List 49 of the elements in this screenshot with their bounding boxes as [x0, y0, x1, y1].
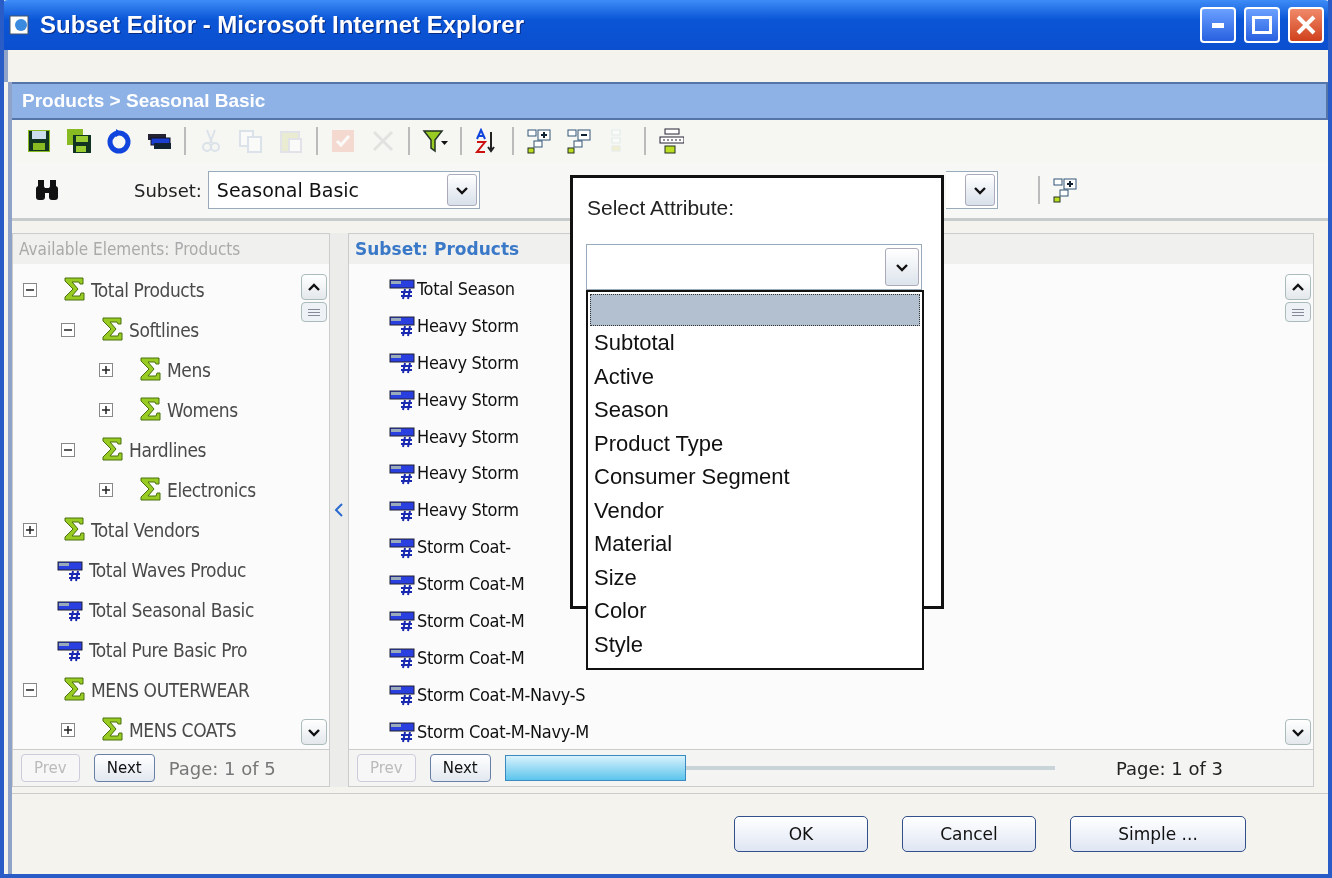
dialog-button[interactable]: Simple ... [1070, 816, 1246, 852]
tree-item-label[interactable]: Softlines [129, 319, 199, 341]
tree-item-label[interactable]: MENS OUTERWEAR [91, 679, 250, 701]
subset-item-label[interactable]: Storm Coat-M [417, 646, 525, 668]
subset-item-label[interactable]: Storm Coat-M [417, 609, 525, 631]
dropdown-option[interactable]: Style [590, 627, 920, 661]
subset-label: Subset: [134, 179, 202, 201]
subset-item-label[interactable]: Heavy Storm [417, 425, 519, 447]
subset-item-label[interactable]: Heavy Storm [417, 351, 519, 373]
tree-item-label[interactable]: Electronics [167, 479, 256, 501]
breadcrumb-bar: Products > Seasonal Basic [12, 82, 1328, 120]
dropdown-option[interactable]: Season [590, 393, 920, 427]
tree-item-label[interactable]: Total Products [91, 279, 205, 301]
dropdown-option[interactable]: Size [590, 560, 920, 594]
subset-item-label[interactable]: Heavy Storm [417, 314, 519, 336]
tree-item-label[interactable]: Hardlines [129, 439, 207, 461]
tree-item-label[interactable]: Total Vendors [91, 519, 200, 541]
subset-item-label[interactable]: Storm Coat- [417, 536, 511, 558]
select-attribute-label: Select Attribute: [587, 196, 735, 220]
subset-item-label[interactable]: Storm Coat-M [417, 573, 525, 595]
next-button[interactable]: Next [429, 754, 491, 782]
dropdown-option[interactable]: Material [590, 527, 920, 561]
next-button[interactable]: Next [93, 754, 155, 782]
dropdown-option[interactable]: Product Type [590, 426, 920, 460]
tree-item-label[interactable]: Womens [167, 399, 238, 421]
dropdown-option[interactable]: Vendor [590, 493, 920, 527]
window-title: Subset Editor - Microsoft Internet Explorer [40, 11, 526, 39]
tree-item-label[interactable]: Total Seasonal Basic [89, 599, 254, 621]
subset-item-label[interactable]: Heavy Storm [417, 388, 519, 410]
page-indicator: Page: 1 of 5 [168, 757, 276, 779]
subset-item-label[interactable]: Heavy Storm [417, 462, 519, 484]
dialog-button[interactable]: Cancel [902, 816, 1036, 852]
subset-dropdown[interactable]: Seasonal Basic [207, 171, 480, 209]
tree-item-label[interactable]: Total Waves Produc [89, 559, 247, 581]
dropdown-option[interactable]: Consumer Segment [590, 460, 920, 494]
dropdown-option[interactable]: Color [590, 594, 920, 628]
tree-item-label[interactable]: MENS COATS [129, 719, 237, 741]
subset-item-label[interactable]: Storm Coat-M-Navy-M [417, 720, 589, 742]
subset-item-label[interactable]: Total Season [417, 277, 515, 299]
tree-item-label[interactable]: Total Pure Basic Pro [89, 639, 248, 661]
dropdown-option[interactable]: Subtotal [590, 326, 920, 360]
dropdown-option[interactable]: Active [590, 359, 920, 393]
subset-item-label[interactable]: Storm Coat-M-Navy-S [417, 683, 586, 705]
page-indicator: Page: 1 of 3 [1115, 757, 1223, 779]
tree-item-label[interactable]: Mens [167, 359, 211, 381]
panel-heading: Available Elements: Products [13, 234, 329, 264]
dialog-button[interactable]: OK [734, 816, 868, 852]
subset-value: Seasonal Basic [215, 179, 361, 201]
subset-item-label[interactable]: Heavy Storm [417, 499, 519, 521]
